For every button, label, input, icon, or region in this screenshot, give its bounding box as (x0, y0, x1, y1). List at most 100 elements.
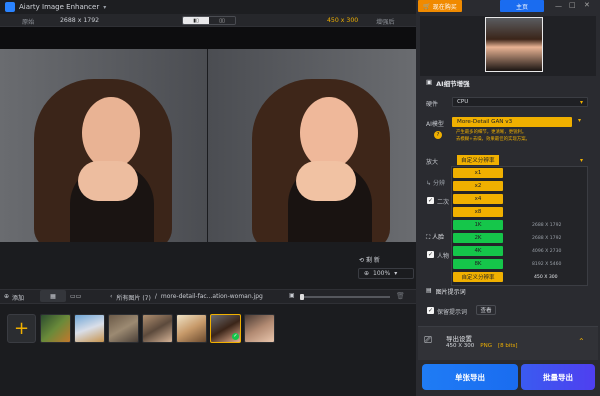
help-icon[interactable]: ? (434, 131, 442, 139)
add-image-tile[interactable]: + (7, 314, 36, 343)
chevron-down-icon: ▾ (579, 156, 583, 164)
list-view-icon[interactable]: ▭▭ (70, 293, 81, 300)
export-screen-icon: ⎚ (424, 335, 432, 346)
partial-label-4: 人物 (437, 253, 450, 260)
scale-option-value-5: 2688 X 1792 (532, 223, 562, 228)
scale-value: 自定义分辨率 (457, 155, 499, 165)
chevron-down-icon: ▾ (579, 98, 583, 106)
section-header: ▣ AI细节增强 (426, 78, 470, 88)
model-value: More-Detail GAN v3 (457, 119, 513, 125)
reset-icon: ⟲ (359, 257, 365, 264)
scale-label: 放大 (426, 159, 439, 166)
scale-option-3[interactable]: x4 (453, 194, 503, 204)
hardware-value: CPU (457, 99, 469, 105)
home-button[interactable]: 主页 (500, 0, 544, 12)
export-settings-label: 导出设置 (446, 335, 472, 343)
zoom-value: 100% (373, 270, 391, 277)
export-size: 450 X 300 (446, 343, 475, 349)
side-by-side-icon[interactable]: ▯▯ (209, 17, 235, 24)
add-image-button[interactable]: ⊕ 添加 (4, 293, 24, 302)
view-toggle[interactable]: ▮▯ ▯▯ (182, 16, 236, 25)
document-icon: ▤ (426, 287, 432, 294)
thumbnail-1[interactable] (40, 314, 71, 343)
title-bar: Aiarty Image Enhancer ▾ (0, 0, 416, 14)
thumbnail-size-slider[interactable] (300, 296, 390, 298)
hint-header: ▤ 图片提示词 (426, 287, 466, 296)
reset-button[interactable]: ⟲ 剩 新 (359, 255, 380, 264)
hint-label: 图片提示词 (435, 289, 466, 296)
batch-export-button[interactable]: 批量导出 (521, 364, 595, 390)
minimize-icon[interactable]: — (555, 2, 562, 10)
scale-option-value-8: 8192 X 5460 (532, 262, 562, 267)
original-size: 2688 x 1792 (60, 17, 100, 24)
split-view-icon[interactable]: ▮▯ (183, 17, 209, 24)
output-size: 450 x 300 (327, 17, 359, 24)
buy-label: 现在购买 (432, 3, 457, 11)
model-desc-line2: 去模糊+去噪，效果最佳的实现方案。 (456, 137, 530, 142)
close-icon[interactable]: ✕ (584, 1, 590, 9)
trash-icon[interactable]: 🗑 (396, 292, 405, 300)
scale-option-value-9: 450 X 300 (534, 275, 558, 280)
navigator-thumbnail[interactable] (485, 17, 543, 72)
app-title: Aiarty Image Enhancer (19, 3, 100, 11)
breadcrumb-all[interactable]: 所有图片 (7) (116, 293, 150, 302)
model-select[interactable]: More-Detail GAN v3 (452, 117, 572, 127)
zoom-select[interactable]: ⊕ 100% ▾ (358, 268, 414, 279)
checkbox-2[interactable]: ✓ (427, 251, 434, 258)
thumbnail-3[interactable] (108, 314, 139, 343)
original-image (0, 49, 207, 242)
cart-icon: 🛒 (423, 2, 431, 10)
thumbnail-7[interactable] (244, 314, 275, 343)
breadcrumb: ‹ 所有图片 (7) / more-detail-fac...ation-wom… (110, 293, 263, 302)
scale-option-value-6: 2688 X 1792 (532, 236, 562, 241)
buy-now-button[interactable]: 🛒 现在购买 (418, 0, 462, 12)
breadcrumb-file: more-detail-fac...ation-woman.jpg (160, 293, 263, 300)
partial-label-1: ↳ 分辨 (426, 180, 445, 187)
scale-option-4[interactable]: x8 (453, 207, 503, 217)
add-circle-icon: ⊕ (4, 293, 10, 300)
scale-option-7[interactable]: 4K (453, 246, 503, 256)
scale-select[interactable]: 自定义分辨率 ▾ (452, 155, 588, 165)
checkbox-1[interactable]: ✓ (427, 197, 434, 204)
thumbnail-2[interactable] (74, 314, 105, 343)
image-size-icon: ▣ (289, 292, 295, 299)
scale-option-8[interactable]: 8K (453, 259, 503, 269)
hardware-label: 硬件 (426, 101, 439, 108)
thumbnail-5[interactable] (176, 314, 207, 343)
breadcrumb-separator: / (154, 293, 157, 300)
export-bits: [8 bits] (497, 343, 518, 349)
zoom-icon: ⊕ (364, 270, 370, 277)
enhanced-image (208, 49, 416, 242)
chevron-down-icon[interactable]: ▾ (578, 117, 581, 124)
view-button[interactable]: 查看 (476, 305, 496, 315)
grid-view-icon[interactable]: ▦ (40, 290, 66, 302)
maximize-icon[interactable]: □ (569, 1, 576, 9)
slider-handle[interactable] (300, 294, 304, 300)
keep-hint-checkbox[interactable]: ✓ (427, 307, 434, 314)
app-logo-icon (5, 2, 15, 12)
export-info: 450 X 300 PNG [8 bits] (446, 343, 518, 349)
hardware-select[interactable]: CPU ▾ (452, 97, 588, 107)
scale-option-9[interactable]: 自定义分辨率 (453, 272, 503, 282)
scale-option-5[interactable]: 1K (453, 220, 503, 230)
expand-up-icon[interactable]: ⌃ (578, 337, 585, 346)
thumbnail-4[interactable] (142, 314, 173, 343)
ai-chip-icon: ▣ (426, 78, 433, 86)
output-label: 增强后 (376, 19, 395, 26)
model-label: AI模型 (426, 121, 444, 128)
done-check-icon: ✓ (232, 333, 239, 340)
section-title: AI细节增强 (436, 80, 470, 88)
partial-label-2: 二次 (437, 199, 450, 206)
scale-option-1[interactable]: x1 (453, 168, 503, 178)
scale-option-2[interactable]: x2 (453, 181, 503, 191)
scale-option-6[interactable]: 2K (453, 233, 503, 243)
keep-hint-label: 保留提示词 (437, 309, 468, 316)
add-label: 添加 (12, 295, 25, 302)
chevron-down-icon: ▾ (394, 270, 398, 277)
reset-label: 剩 新 (365, 257, 380, 264)
chevron-down-icon[interactable]: ▾ (103, 4, 106, 11)
scale-option-value-7: 4096 X 2730 (532, 249, 562, 254)
model-description: 产生最多的细节，更清晰，更锐利。 去模糊+去噪，效果最佳的实现方案。 (456, 129, 530, 143)
back-icon[interactable]: ‹ (110, 293, 112, 302)
single-export-button[interactable]: 单张导出 (422, 364, 518, 390)
